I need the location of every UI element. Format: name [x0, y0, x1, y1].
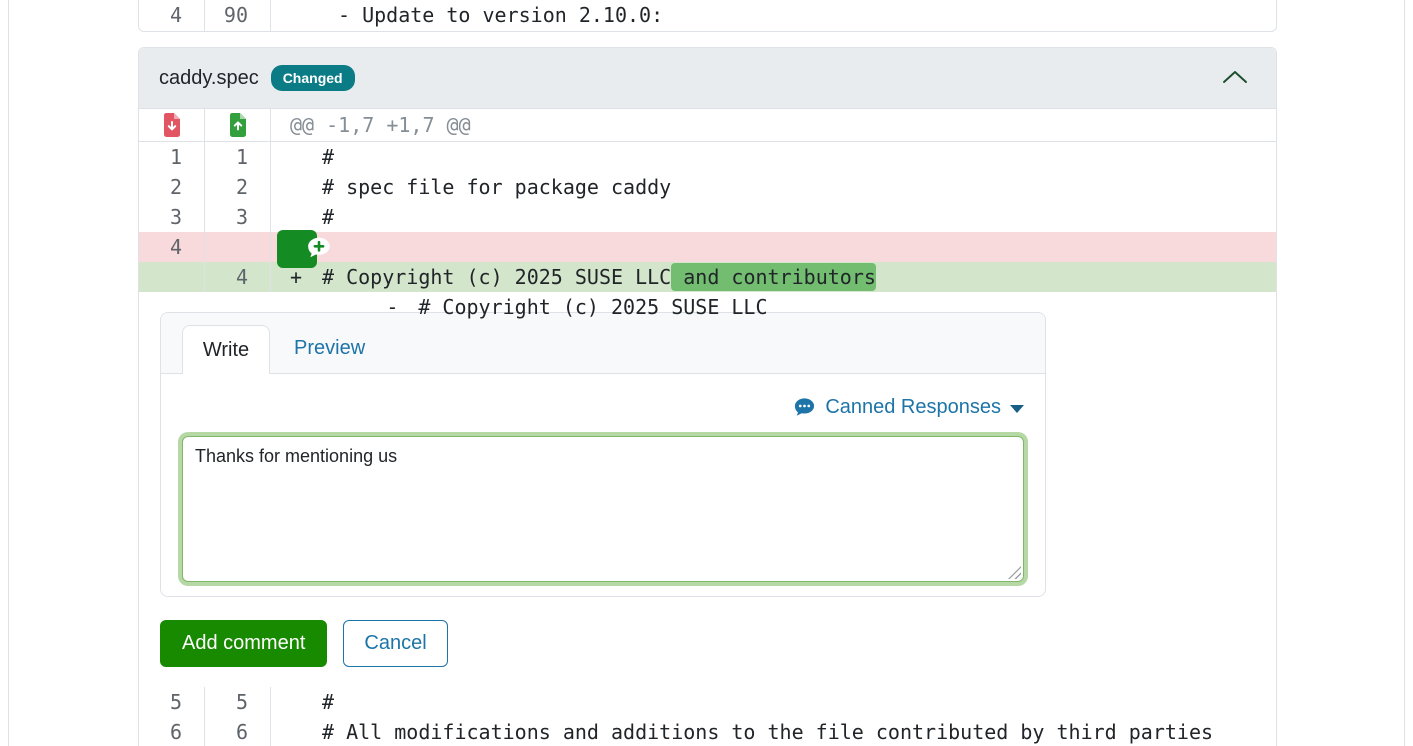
- cancel-button[interactable]: Cancel: [343, 620, 447, 667]
- diff-line: 2 2 # spec file for package caddy: [139, 172, 1276, 202]
- new-line-number: 90: [205, 0, 271, 31]
- diff-line: 5 5 #: [139, 687, 1276, 717]
- file-diff-card: caddy.spec Changed: [138, 47, 1277, 746]
- comment-textarea[interactable]: Thanks for mentioning us: [182, 436, 1024, 582]
- old-line-number: 6: [139, 717, 205, 746]
- diff-line-removed: 4 -# Copyright (c) 2025 SUSE LLC: [139, 232, 1276, 262]
- old-line-number: [139, 262, 205, 292]
- old-line-number: 4: [139, 232, 205, 262]
- code-text: - Update to version 2.10.0:: [322, 3, 663, 27]
- code-text: #: [322, 690, 334, 714]
- comment-plus-icon: [262, 220, 332, 279]
- add-comment-button[interactable]: Add comment: [160, 620, 327, 667]
- code-text: #: [322, 145, 334, 169]
- code-text: # spec file for package caddy: [322, 175, 671, 199]
- code-text: # Copyright (c) 2025 SUSE LLC: [418, 295, 767, 319]
- code-text: # Copyright (c) 2025 SUSE LLC: [322, 265, 671, 289]
- old-line-number: 2: [139, 172, 205, 202]
- canned-responses-label: Canned Responses: [825, 396, 1001, 419]
- diff-line: 6 6 # All modifications and additions to…: [139, 717, 1276, 746]
- old-line-number: 3: [139, 202, 205, 232]
- add-line-comment-button[interactable]: [277, 230, 317, 268]
- caret-down-icon: [1010, 405, 1024, 413]
- diff-line: 1 1 #: [139, 142, 1276, 172]
- old-line-number: 5: [139, 687, 205, 717]
- new-line-number: 2: [205, 172, 271, 202]
- old-line-number: 4: [139, 0, 205, 31]
- file-header: caddy.spec Changed: [139, 48, 1276, 109]
- comment-form-card: Write Preview Canned Responses: [160, 312, 1046, 597]
- added-file-icon[interactable]: [205, 109, 271, 141]
- previous-diff-row: 4 90 - Update to version 2.10.0:: [138, 0, 1277, 32]
- old-line-number: 1: [139, 142, 205, 172]
- new-line-number: 6: [205, 717, 271, 746]
- hunk-range: @@ -1,7 +1,7 @@: [290, 113, 471, 137]
- new-line-number: 1: [205, 142, 271, 172]
- canned-responses-dropdown[interactable]: Canned Responses: [182, 394, 1024, 420]
- chevron-up-icon: [1222, 73, 1248, 88]
- diff-hunk-header: @@ -1,7 +1,7 @@: [139, 109, 1276, 142]
- speech-bubble-icon: [793, 396, 816, 419]
- removed-file-icon[interactable]: [139, 109, 205, 141]
- collapse-file-button[interactable]: [1222, 69, 1248, 88]
- file-name: caddy.spec: [159, 67, 259, 90]
- new-line-number: 5: [205, 687, 271, 717]
- page-container: 4 90 - Update to version 2.10.0: caddy.s…: [8, 0, 1405, 746]
- changed-badge: Changed: [271, 65, 355, 92]
- word-diff-highlight: and contributors: [671, 263, 876, 291]
- code-text: # All modifications and additions to the…: [322, 720, 1213, 744]
- tab-write[interactable]: Write: [182, 325, 270, 374]
